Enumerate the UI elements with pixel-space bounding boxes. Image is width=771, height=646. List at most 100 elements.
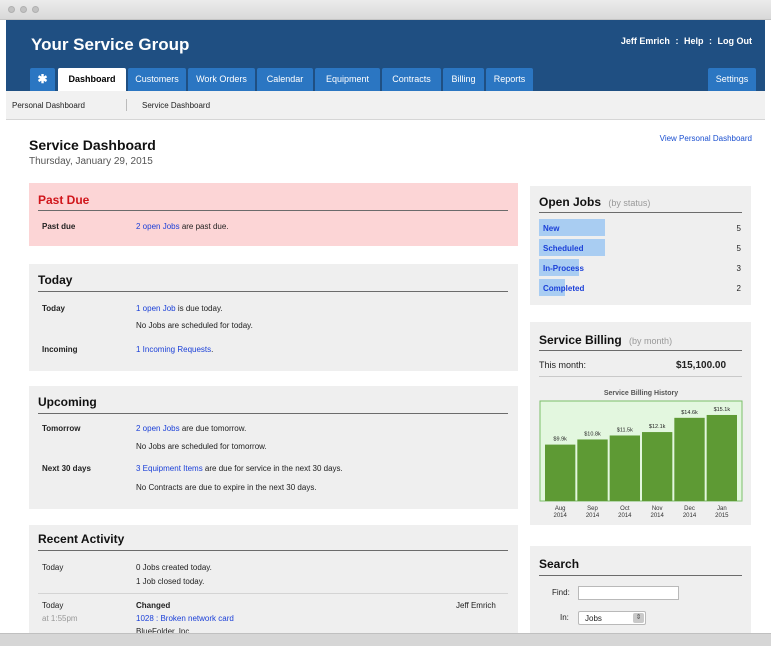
search-in-value: Jobs [585, 614, 602, 623]
window-bottom-bar [0, 633, 771, 646]
equipment-due-text: 3 Equipment Items are due for service in… [136, 464, 343, 473]
chart-bar [642, 432, 673, 501]
jobs-created-text: 0 Jobs created today. [136, 563, 212, 572]
panel-divider [539, 575, 742, 576]
incoming-suffix: . [211, 345, 214, 354]
activity-time: at 1:55pm [42, 614, 78, 623]
recent-activity-title: Recent Activity [38, 532, 125, 546]
tab-billing[interactable]: Billing [443, 68, 484, 91]
tomorrow-open-jobs-link[interactable]: 2 open Jobs [136, 424, 180, 433]
in-label: In: [560, 613, 569, 622]
find-label: Find: [552, 588, 570, 597]
next-30-days-label: Next 30 days [42, 464, 91, 473]
logout-link[interactable]: Log Out [718, 36, 753, 46]
chart-data-label: $12.1k [649, 424, 666, 430]
window-minimize-button[interactable] [20, 6, 27, 13]
activity-date: Today [42, 563, 64, 572]
recent-activity-panel: Recent Activity Today 0 Jobs created tod… [29, 525, 518, 636]
incoming-requests-link[interactable]: 1 Incoming Requests [136, 345, 211, 354]
app-title: Your Service Group [31, 35, 190, 54]
chart-data-label: $14.6k [681, 410, 698, 416]
window-titlebar [0, 0, 771, 20]
service-billing-chart: Service Billing History$9.9kAug2014$10.8… [539, 390, 743, 519]
upcoming-panel: Upcoming Tomorrow 2 open Jobs are due to… [29, 386, 518, 509]
tab-work-orders[interactable]: Work Orders [188, 68, 255, 91]
past-due-jobs-link[interactable]: 2 open Jobs [136, 222, 180, 231]
status-scheduled-link[interactable]: Scheduled [543, 244, 583, 253]
chart-tick-label: 2014 [618, 513, 632, 519]
panel-divider [539, 350, 742, 351]
open-jobs-subtitle: (by status) [608, 198, 651, 208]
page-date: Thursday, January 29, 2015 [29, 156, 153, 167]
separator: : [675, 36, 679, 46]
chart-tick-label: Sep [587, 506, 598, 512]
tab-contracts[interactable]: Contracts [382, 68, 441, 91]
settings-button[interactable]: Settings [708, 68, 756, 91]
service-billing-title: Service Billing (by month) [539, 333, 672, 347]
today-open-job-link[interactable]: 1 open Job [136, 304, 176, 313]
search-find-input[interactable] [578, 586, 679, 600]
chart-tick-label: Aug [555, 506, 566, 512]
tab-equipment[interactable]: Equipment [315, 68, 380, 91]
equipment-items-link[interactable]: 3 Equipment Items [136, 464, 203, 473]
chart-data-label: $10.8k [584, 431, 601, 437]
tab-dashboard[interactable]: Dashboard [58, 68, 126, 91]
chart-tick-label: 2014 [553, 513, 567, 519]
panel-divider [539, 212, 742, 213]
app-header: Your Service Group Jeff Emrich : Help : … [6, 20, 765, 91]
chevron-updown-icon: ⇕ [633, 613, 644, 623]
activity-divider [38, 593, 508, 594]
chart-bar [706, 414, 737, 501]
page-title: Service Dashboard [29, 137, 156, 153]
today-scheduled-text: No Jobs are scheduled for today. [136, 321, 253, 330]
home-tab[interactable]: ✱ [30, 68, 55, 91]
today-due-text: 1 open Job is due today. [136, 304, 223, 313]
chart-bar [545, 444, 576, 501]
chart-data-label: $9.9k [553, 437, 567, 443]
incoming-label: Incoming [42, 345, 78, 354]
service-billing-subtitle: (by month) [629, 336, 673, 346]
chart-data-label: $15.1k [714, 407, 731, 413]
status-completed-count: 2 [736, 284, 741, 293]
view-personal-dashboard-link[interactable]: View Personal Dashboard [660, 134, 752, 143]
chart-tick-label: Nov [652, 506, 663, 512]
panel-divider [539, 376, 742, 377]
open-jobs-heading: Open Jobs [539, 195, 602, 209]
chart-bar [577, 439, 608, 501]
subnav-service-dashboard[interactable]: Service Dashboard [142, 101, 210, 110]
search-title: Search [539, 557, 580, 571]
today-panel: Today Today 1 open Job is due today. No … [29, 264, 518, 371]
past-due-text: 2 open Jobs are past due. [136, 222, 229, 231]
window-close-button[interactable] [8, 6, 15, 13]
past-due-title: Past Due [38, 193, 90, 207]
open-jobs-title: Open Jobs (by status) [539, 195, 650, 209]
subnav-personal-dashboard[interactable]: Personal Dashboard [12, 101, 85, 110]
status-completed-link[interactable]: Completed [543, 284, 584, 293]
status-new-link[interactable]: New [543, 224, 559, 233]
user-name-link[interactable]: Jeff Emrich [621, 36, 670, 46]
chart-tick-label: Oct [620, 506, 630, 512]
status-in-process-count: 3 [736, 264, 741, 273]
open-jobs-panel: Open Jobs (by status) New 5 Scheduled 5 … [530, 186, 751, 305]
tab-customers[interactable]: Customers [128, 68, 186, 91]
status-new-count: 5 [736, 224, 741, 233]
today-due-suffix: is due today. [175, 304, 223, 313]
panel-divider [38, 550, 508, 551]
chart-tick-label: 2015 [715, 513, 729, 519]
subnav-divider [126, 99, 127, 111]
past-due-suffix: are past due. [179, 222, 229, 231]
today-label: Today [42, 304, 65, 313]
window-zoom-button[interactable] [32, 6, 39, 13]
search-in-select[interactable]: Jobs ⇕ [578, 611, 646, 625]
status-in-process-link[interactable]: In-Process [543, 264, 584, 273]
tab-reports[interactable]: Reports [486, 68, 533, 91]
chart-tick-label: 2014 [650, 513, 664, 519]
status-scheduled-count: 5 [736, 244, 741, 253]
contracts-expire-text: No Contracts are due to expire in the ne… [136, 483, 317, 492]
job-1028-link[interactable]: 1028 : Broken network card [136, 614, 234, 623]
past-due-label: Past due [42, 222, 76, 231]
panel-divider [38, 210, 508, 211]
help-link[interactable]: Help [684, 36, 704, 46]
chart-tick-label: 2014 [586, 513, 600, 519]
tab-calendar[interactable]: Calendar [257, 68, 313, 91]
